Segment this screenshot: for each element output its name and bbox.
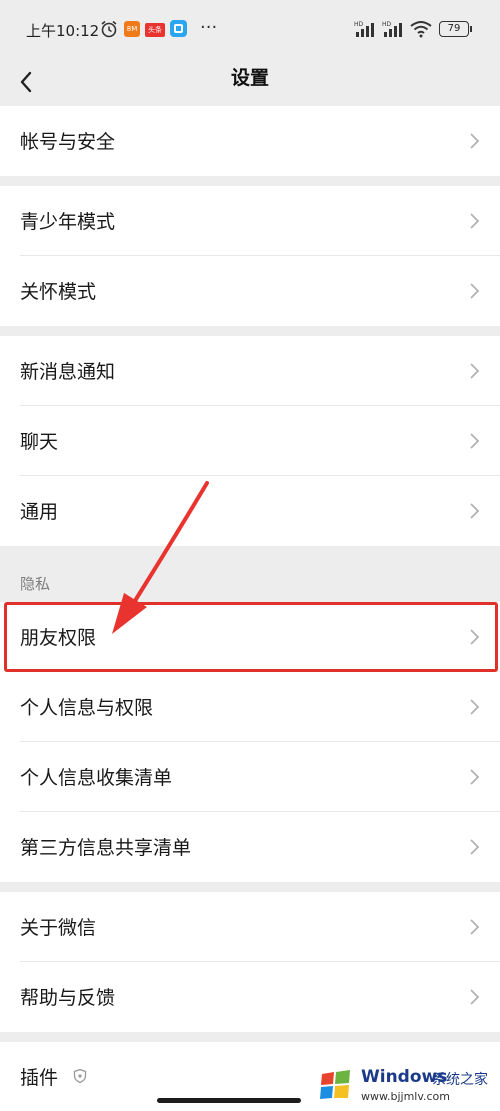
watermark-subtitle: 系统之家	[432, 1072, 488, 1088]
settings-item-personal-info-collection[interactable]: 个人信息收集清单	[0, 742, 500, 812]
chevron-right-icon	[470, 699, 480, 715]
more-notifications-icon: ···	[200, 17, 218, 38]
status-bar: 上午10:12 8M 头条 ··· HD HD 79	[0, 0, 500, 58]
settings-item-account-security[interactable]: 帐号与安全	[0, 106, 500, 176]
app-notification-icon-3	[170, 20, 187, 37]
annotation-highlight-box	[4, 602, 498, 672]
settings-item-notifications[interactable]: 新消息通知	[0, 336, 500, 406]
settings-item-teen-mode[interactable]: 青少年模式	[0, 186, 500, 256]
settings-item-label: 新消息通知	[20, 361, 116, 383]
battery-tip	[470, 26, 472, 32]
chevron-right-icon	[470, 433, 480, 449]
settings-item-about-wechat[interactable]: 关于微信	[0, 892, 500, 962]
settings-item-label: 个人信息收集清单	[20, 767, 173, 789]
settings-item-label: 通用	[20, 501, 59, 523]
settings-item-label: 关于微信	[20, 917, 97, 939]
battery-icon: 79	[439, 21, 469, 37]
svg-text:HD: HD	[354, 21, 364, 28]
chevron-right-icon	[470, 363, 480, 379]
section-header-privacy: 隐私	[20, 575, 51, 593]
chevron-right-icon	[470, 919, 480, 935]
settings-item-label: 插件	[20, 1067, 59, 1089]
svg-text:HD: HD	[382, 21, 392, 28]
home-indicator	[157, 1098, 301, 1103]
chevron-right-icon	[470, 839, 480, 855]
settings-item-third-party-sharing[interactable]: 第三方信息共享清单	[0, 812, 500, 882]
settings-item-label: 第三方信息共享清单	[20, 837, 192, 859]
signal-hd-icon-2: HD	[382, 21, 402, 37]
chevron-right-icon	[470, 769, 480, 785]
chevron-right-icon	[470, 503, 480, 519]
settings-group-about: 关于微信 帮助与反馈	[0, 892, 500, 1032]
watermark-url: www.bjjmlv.com	[361, 1090, 450, 1103]
settings-item-label: 关怀模式	[20, 281, 97, 303]
settings-item-help-feedback[interactable]: 帮助与反馈	[0, 962, 500, 1032]
settings-group-general: 新消息通知 聊天 通用	[0, 336, 500, 546]
watermark: Windows 系统之家 www.bjjmlv.com	[308, 1058, 500, 1111]
chevron-right-icon	[470, 213, 480, 229]
settings-item-label: 个人信息与权限	[20, 697, 154, 719]
settings-item-chat[interactable]: 聊天	[0, 406, 500, 476]
chevron-right-icon	[470, 989, 480, 1005]
alarm-clock-icon	[101, 20, 117, 38]
settings-group-modes: 青少年模式 关怀模式	[0, 186, 500, 326]
settings-item-label: 青少年模式	[20, 211, 116, 233]
navigation-bar: 设置	[0, 58, 500, 106]
settings-item-label: 帐号与安全	[20, 131, 116, 153]
status-time: 上午10:12	[26, 22, 100, 40]
page-title: 设置	[230, 67, 269, 89]
chevron-right-icon	[470, 133, 480, 149]
settings-group-account: 帐号与安全	[0, 106, 500, 176]
signal-hd-icon-1: HD	[354, 21, 374, 37]
wifi-icon	[410, 21, 432, 38]
plugin-badge-icon	[73, 1068, 87, 1084]
windows-logo-icon	[320, 1070, 350, 1099]
settings-item-label: 帮助与反馈	[20, 987, 116, 1009]
settings-item-general[interactable]: 通用	[0, 476, 500, 546]
app-notification-icon: 8M	[124, 21, 140, 37]
settings-item-care-mode[interactable]: 关怀模式	[0, 256, 500, 326]
settings-item-personal-info-permissions[interactable]: 个人信息与权限	[0, 672, 500, 742]
toutiao-notification-icon: 头条	[145, 23, 165, 37]
chevron-right-icon	[470, 283, 480, 299]
settings-item-label: 聊天	[20, 431, 59, 453]
